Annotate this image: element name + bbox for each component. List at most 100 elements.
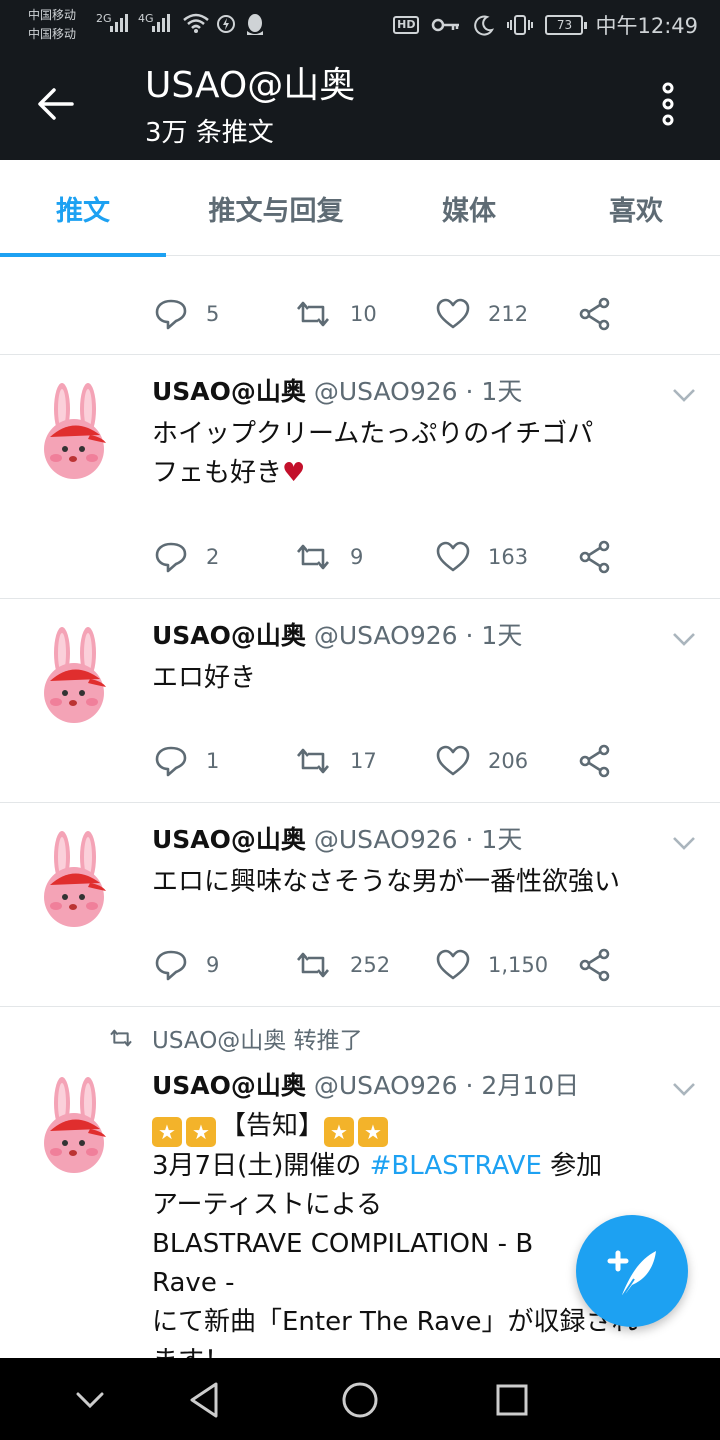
tweet[interactable]: USAO@山奥 @USAO926 · 1天 エロに興味なさそうな男が一番性欲強い… xyxy=(0,803,720,1007)
retweet-button[interactable]: 17 xyxy=(294,741,377,781)
like-icon xyxy=(436,298,470,329)
status-bar: 中国移动 中国移动 2G 4G HD 73 中午12:49 xyxy=(0,0,720,50)
back-arrow-icon[interactable] xyxy=(36,86,76,122)
profile-tabs: 推文 推文与回复 媒体 喜欢 xyxy=(0,160,720,257)
like-icon xyxy=(436,949,470,980)
display-name[interactable]: USAO@山奥 xyxy=(152,621,306,650)
star-emoji-icon: ★ xyxy=(324,1117,355,1147)
profile-header: USAO@山奥 3万 条推文 xyxy=(0,50,720,160)
caret-down-icon[interactable] xyxy=(672,631,696,647)
retweet-count: 10 xyxy=(350,302,377,326)
reply-icon xyxy=(155,746,187,777)
data-saver-icon xyxy=(217,15,235,33)
reply-button[interactable]: 1 xyxy=(154,741,219,781)
tweet-feed[interactable]: 5 10 212 USAO@山奥 @USAO926 · 1天 ホイップクリームた… xyxy=(0,256,720,1358)
compose-tweet-button[interactable] xyxy=(576,1215,688,1327)
avatar[interactable] xyxy=(36,1073,114,1173)
tab-media[interactable]: 媒体 xyxy=(386,160,552,256)
reply-count: 1 xyxy=(206,749,220,773)
share-icon xyxy=(579,948,610,982)
like-icon xyxy=(436,541,470,572)
like-button[interactable]: 206 xyxy=(436,741,528,781)
star-emoji-icon: ★ xyxy=(358,1117,389,1147)
like-count: 206 xyxy=(488,749,529,773)
share-icon xyxy=(579,297,610,331)
star-emoji-icon: ★ xyxy=(152,1117,182,1147)
retweeted-by-label[interactable]: USAO@山奥 转推了 xyxy=(152,1021,363,1055)
avatar[interactable] xyxy=(36,379,114,479)
like-button[interactable]: 212 xyxy=(436,294,528,334)
share-icon xyxy=(579,540,610,574)
like-count: 163 xyxy=(488,545,529,569)
retweet-count: 252 xyxy=(350,953,391,977)
carrier-labels: 中国移动 中国移动 xyxy=(28,6,76,44)
carrier-1: 中国移动 xyxy=(28,8,77,22)
tweet-actions: 5 10 212 xyxy=(154,294,624,334)
tweet-text-part: フェも好き xyxy=(152,458,283,488)
reply-icon xyxy=(155,542,187,573)
retweet-icon xyxy=(297,301,329,327)
tweet[interactable]: USAO@山奥 @USAO926 · 1天 ホイップクリームたっぷりのイチゴパ … xyxy=(0,355,720,599)
user-handle: @USAO926 xyxy=(313,1071,458,1100)
tweet-actions: 1 17 206 xyxy=(154,741,624,781)
qq-icon xyxy=(247,14,263,35)
tweet-text-line: ます！ xyxy=(152,1342,694,1358)
display-name[interactable]: USAO@山奥 xyxy=(152,377,306,406)
signal-2-icon xyxy=(152,14,170,32)
nav-back-icon[interactable] xyxy=(184,1378,228,1422)
hashtag-link[interactable]: #BLASTRAVE xyxy=(370,1151,542,1181)
caret-down-icon[interactable] xyxy=(672,835,696,851)
clock: 中午12:49 xyxy=(595,14,698,38)
tweet-text-part: 【告知】 xyxy=(220,1111,325,1141)
tweet-text-part: 3月7日(土)開催の xyxy=(152,1151,370,1181)
retweet-button[interactable]: 10 xyxy=(294,294,377,334)
retweet-count: 17 xyxy=(350,749,377,773)
share-button[interactable] xyxy=(578,741,612,781)
tweet-text-line: ホイップクリームたっぷりのイチゴパ xyxy=(152,419,594,449)
reply-button[interactable]: 5 xyxy=(154,294,219,334)
reply-button[interactable]: 9 xyxy=(154,945,219,985)
hd-badge: HD xyxy=(393,16,420,34)
tab-tweets-and-replies[interactable]: 推文与回复 xyxy=(166,160,386,256)
tweet-text-part: 参加 xyxy=(541,1151,603,1181)
more-vertical-icon[interactable] xyxy=(660,82,676,126)
display-name[interactable]: USAO@山奥 xyxy=(152,825,306,854)
key-icon xyxy=(432,18,460,32)
tweet[interactable]: USAO@山奥 @USAO926 · 1天 エロ好き 1 17 206 xyxy=(0,599,720,803)
tweet-header: USAO@山奥 @USAO926 · 1天 xyxy=(152,823,522,857)
tweet-time: · 2月10日 xyxy=(465,1071,580,1100)
tweet-text: エロ好き xyxy=(152,663,257,693)
retweet-icon xyxy=(297,748,329,774)
avatar[interactable] xyxy=(36,623,114,723)
star-emoji-icon: ★ xyxy=(186,1117,216,1147)
user-handle: @USAO926 xyxy=(313,621,458,650)
avatar[interactable] xyxy=(36,827,114,927)
tweet-actions: 2 9 163 xyxy=(154,537,624,577)
retweet-button[interactable]: 252 xyxy=(294,945,390,985)
wifi-icon xyxy=(183,13,209,33)
retweet-context: USAO@山奥 转推了 xyxy=(108,1021,363,1055)
tab-likes[interactable]: 喜欢 xyxy=(552,160,720,256)
tweet-header: USAO@山奥 @USAO926 · 1天 xyxy=(152,375,522,409)
reply-button[interactable]: 2 xyxy=(154,537,219,577)
chevron-down-icon[interactable] xyxy=(68,1378,112,1422)
nav-home-icon[interactable] xyxy=(338,1378,382,1422)
share-button[interactable] xyxy=(578,945,612,985)
caret-down-icon[interactable] xyxy=(672,387,696,403)
tweet-actions: 9 252 1,150 xyxy=(154,945,624,985)
system-nav-bar xyxy=(0,1358,720,1440)
caret-down-icon[interactable] xyxy=(672,1081,696,1097)
tweet-count: 3万 条推文 xyxy=(145,118,274,148)
tab-tweets[interactable]: 推文 xyxy=(0,160,166,257)
like-button[interactable]: 1,150 xyxy=(436,945,548,985)
nav-recents-icon[interactable] xyxy=(490,1378,534,1422)
retweet-button[interactable]: 9 xyxy=(294,537,363,577)
battery-icon: 73 xyxy=(545,15,588,35)
reply-count: 5 xyxy=(206,302,220,326)
share-button[interactable] xyxy=(578,537,612,577)
share-button[interactable] xyxy=(578,294,612,334)
tweet-partial[interactable]: 5 10 212 xyxy=(0,256,720,355)
like-count: 212 xyxy=(488,302,529,326)
display-name[interactable]: USAO@山奥 xyxy=(152,1071,306,1100)
like-button[interactable]: 163 xyxy=(436,537,528,577)
